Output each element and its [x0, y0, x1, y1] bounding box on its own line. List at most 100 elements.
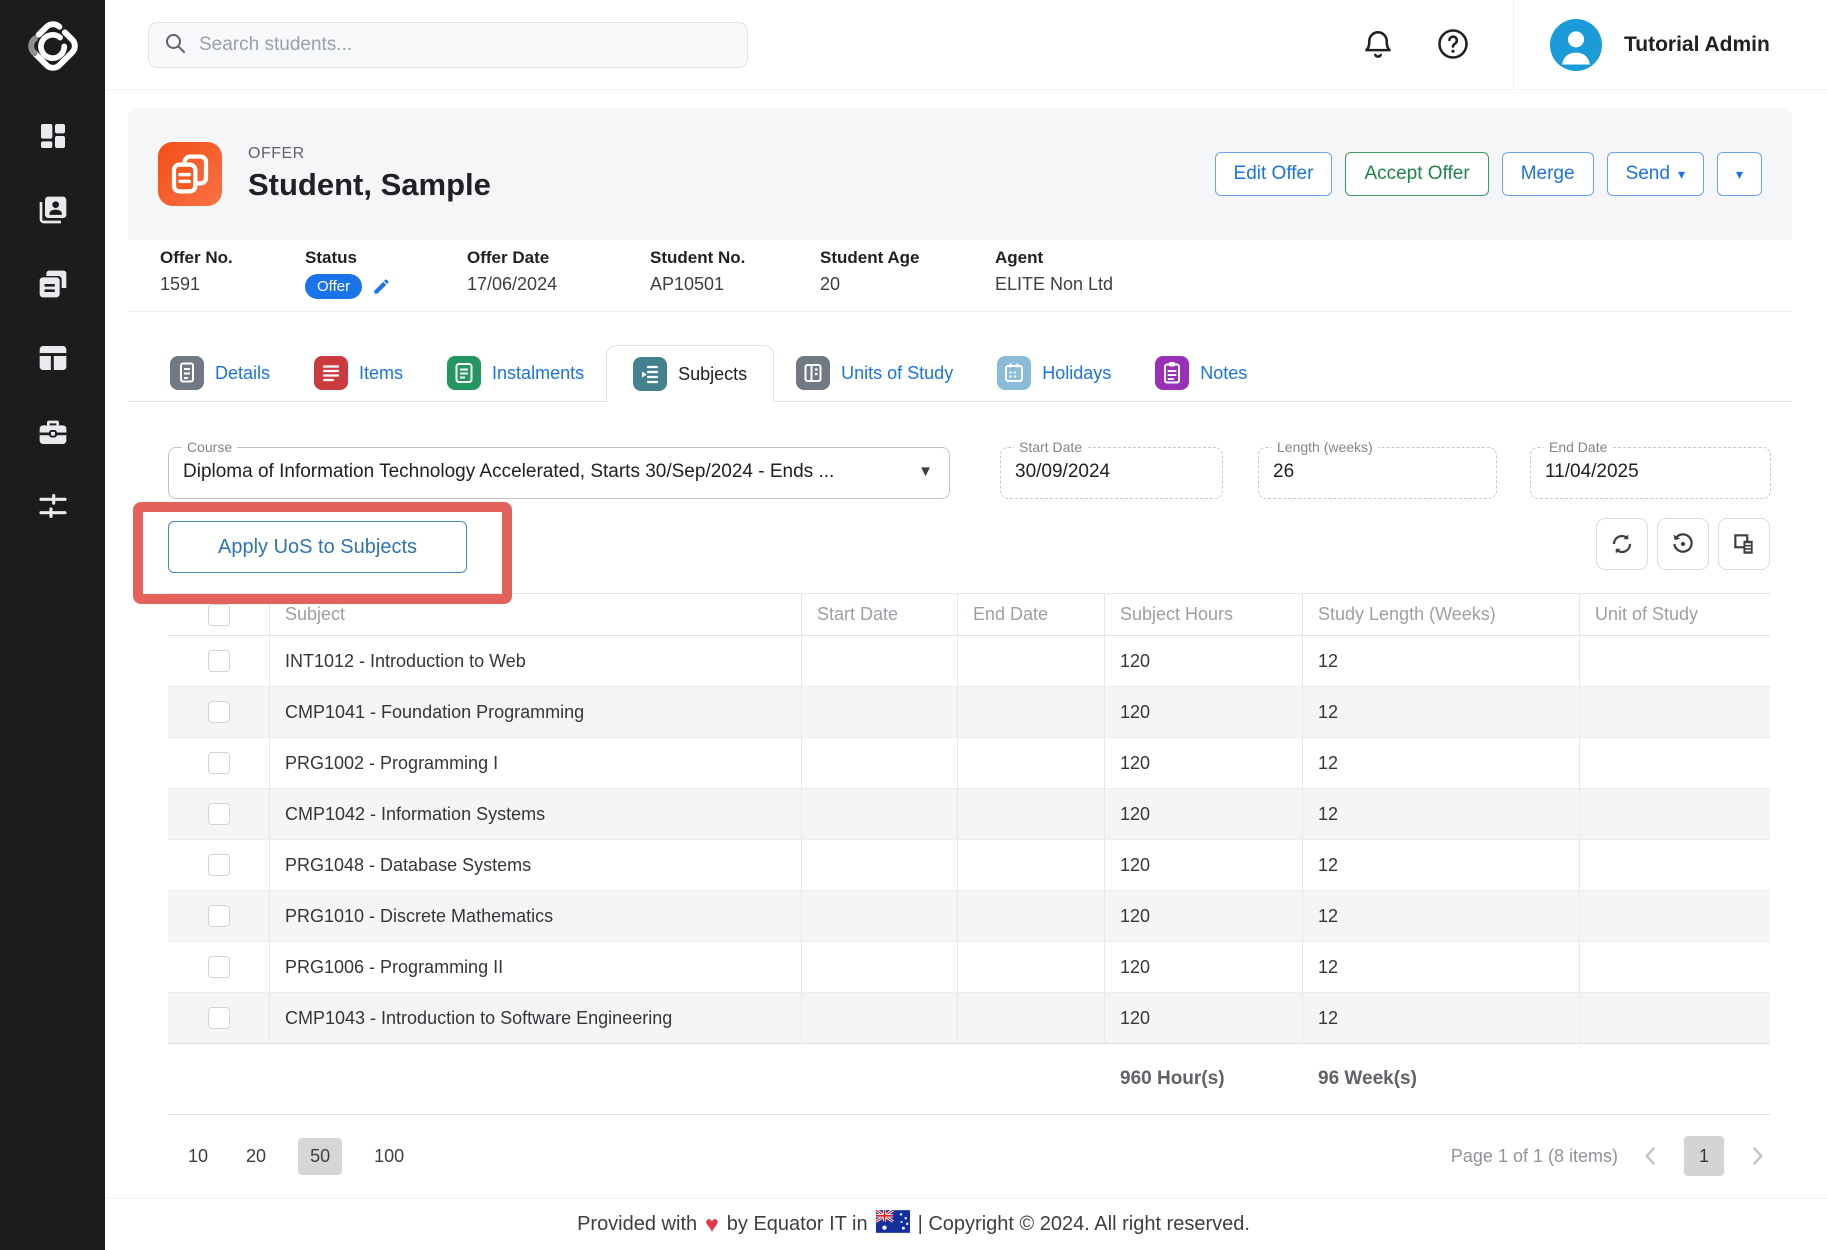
- apply-uos-to-subjects-button[interactable]: Apply UoS to Subjects: [168, 521, 467, 573]
- tab-bar: Details Items Instalments Subjects: [128, 345, 1792, 402]
- start-date-value: 30/09/2024: [1015, 461, 1110, 483]
- subjects-list-icon: [633, 357, 667, 391]
- length-weeks-value: 26: [1273, 461, 1294, 483]
- row-checkbox[interactable]: [208, 650, 230, 672]
- row-checkbox[interactable]: [208, 803, 230, 825]
- page-size-20[interactable]: 20: [240, 1138, 272, 1175]
- select-all-checkbox[interactable]: [208, 604, 230, 626]
- offer-actions: Edit Offer Accept Offer Merge Send▾ ▾: [1215, 152, 1762, 196]
- toolbox-icon[interactable]: [37, 416, 69, 448]
- meta-label: Offer No.: [160, 248, 305, 268]
- heart-icon: ♥: [705, 1213, 719, 1236]
- search-input[interactable]: [199, 34, 733, 56]
- units-of-study-icon: [796, 356, 830, 390]
- notes-clipboard-icon: [1155, 356, 1189, 390]
- edit-status-icon[interactable]: [372, 277, 391, 296]
- meta-label: Student Age: [820, 248, 995, 268]
- table-row: INT1012 - Introduction to Web 120 12: [168, 636, 1770, 687]
- accept-offer-button[interactable]: Accept Offer: [1345, 152, 1488, 196]
- table-header-row: Subject Start Date End Date Subject Hour…: [168, 594, 1770, 636]
- col-unit-of-study: Unit of Study: [1580, 594, 1770, 635]
- col-start-date: Start Date: [802, 594, 958, 635]
- send-button[interactable]: Send▾: [1607, 152, 1704, 196]
- page-info: Page 1 of 1 (8 items): [1451, 1146, 1618, 1167]
- start-date-field: Start Date 30/09/2024: [1000, 447, 1223, 499]
- next-page-icon[interactable]: [1744, 1143, 1770, 1169]
- help-icon[interactable]: [1435, 26, 1471, 62]
- row-checkbox[interactable]: [208, 854, 230, 876]
- row-checkbox[interactable]: [208, 905, 230, 927]
- row-checkbox[interactable]: [208, 1007, 230, 1029]
- app-logo-icon[interactable]: [0, 0, 105, 92]
- offer-header: OFFER Student, Sample Edit Offer Accept …: [128, 108, 1792, 240]
- topbar-divider: [1513, 0, 1514, 90]
- table-row: PRG1010 - Discrete Mathematics 120 12: [168, 891, 1770, 942]
- students-icon[interactable]: [37, 194, 69, 226]
- footer: Provided with ♥ by Equator IT in | Copyr…: [0, 1198, 1827, 1250]
- course-value: Diploma of Information Technology Accele…: [183, 461, 899, 483]
- meta-label: Student No.: [650, 248, 820, 268]
- table-row: PRG1048 - Database Systems 120 12: [168, 840, 1770, 891]
- col-study-length: Study Length (Weeks): [1303, 594, 1580, 635]
- tab-items[interactable]: Items: [292, 345, 425, 401]
- agent-link[interactable]: ELITE Non Ltd: [995, 274, 1113, 295]
- australia-flag-icon: [876, 1210, 910, 1239]
- refresh-icon[interactable]: [1596, 518, 1648, 570]
- page-size-options: 10 20 50 100: [168, 1138, 410, 1175]
- previous-page-icon[interactable]: [1638, 1143, 1664, 1169]
- student-number-link[interactable]: AP10501: [650, 274, 820, 295]
- table-row: CMP1042 - Information Systems 120 12: [168, 789, 1770, 840]
- instalments-list-icon: [447, 356, 481, 390]
- course-label: Course: [182, 439, 237, 455]
- page-size-100[interactable]: 100: [368, 1138, 410, 1175]
- table-row: CMP1043 - Introduction to Software Engin…: [168, 993, 1770, 1044]
- history-icon[interactable]: [1657, 518, 1709, 570]
- table-row: CMP1041 - Foundation Programming 120 12: [168, 687, 1770, 738]
- chevron-down-icon: ▾: [1736, 167, 1743, 181]
- user-menu[interactable]: Tutorial Admin: [1550, 0, 1770, 90]
- tab-notes[interactable]: Notes: [1133, 345, 1269, 401]
- sidebar: [0, 0, 105, 1250]
- tab-subjects[interactable]: Subjects: [606, 345, 774, 402]
- page-size-10[interactable]: 10: [182, 1138, 214, 1175]
- dashboard-icon[interactable]: [37, 120, 69, 152]
- courses-icon[interactable]: [37, 342, 69, 374]
- tab-details[interactable]: Details: [148, 345, 292, 401]
- page-size-50-selected[interactable]: 50: [298, 1138, 342, 1175]
- table-row: PRG1006 - Programming II 120 12: [168, 942, 1770, 993]
- row-checkbox[interactable]: [208, 956, 230, 978]
- total-hours: 960 Hour(s): [1105, 1068, 1303, 1090]
- meta-label: Agent: [995, 248, 1113, 268]
- student-age: 20: [820, 274, 995, 295]
- course-select[interactable]: Course Diploma of Information Technology…: [168, 447, 950, 499]
- offer-number: 1591: [160, 274, 305, 295]
- settings-sliders-icon[interactable]: [37, 490, 69, 522]
- notifications-bell-icon[interactable]: [1360, 26, 1396, 62]
- column-chooser-icon[interactable]: [1718, 518, 1770, 570]
- holidays-calendar-icon: [997, 356, 1031, 390]
- page-number-button[interactable]: 1: [1684, 1136, 1724, 1176]
- more-actions-button[interactable]: ▾: [1717, 152, 1762, 196]
- offer-icon: [158, 142, 222, 206]
- offer-meta-row: Offer No. 1591 Status Offer Offer Date 1…: [128, 240, 1792, 312]
- offers-icon[interactable]: [37, 268, 69, 300]
- edit-offer-button[interactable]: Edit Offer: [1215, 152, 1333, 196]
- tab-holidays[interactable]: Holidays: [975, 345, 1133, 401]
- tab-units-of-study[interactable]: Units of Study: [774, 345, 975, 401]
- details-document-icon: [170, 356, 204, 390]
- meta-label: Status: [305, 248, 467, 268]
- table-totals-row: 960 Hour(s) 96 Week(s): [168, 1044, 1770, 1114]
- merge-button[interactable]: Merge: [1502, 152, 1594, 196]
- tab-instalments[interactable]: Instalments: [425, 345, 606, 401]
- row-checkbox[interactable]: [208, 752, 230, 774]
- topbar: Tutorial Admin: [105, 0, 1827, 90]
- col-end-date: End Date: [958, 594, 1105, 635]
- user-name: Tutorial Admin: [1624, 33, 1770, 57]
- search-box[interactable]: [148, 22, 748, 68]
- row-checkbox[interactable]: [208, 701, 230, 723]
- col-subject-hours: Subject Hours: [1105, 594, 1303, 635]
- page: Tutorial Admin OFFER Student, Sam: [0, 0, 1827, 1250]
- offer-card: OFFER Student, Sample Edit Offer Accept …: [128, 108, 1792, 312]
- offer-date: 17/06/2024: [467, 274, 650, 295]
- grid-toolbar: [1596, 518, 1770, 570]
